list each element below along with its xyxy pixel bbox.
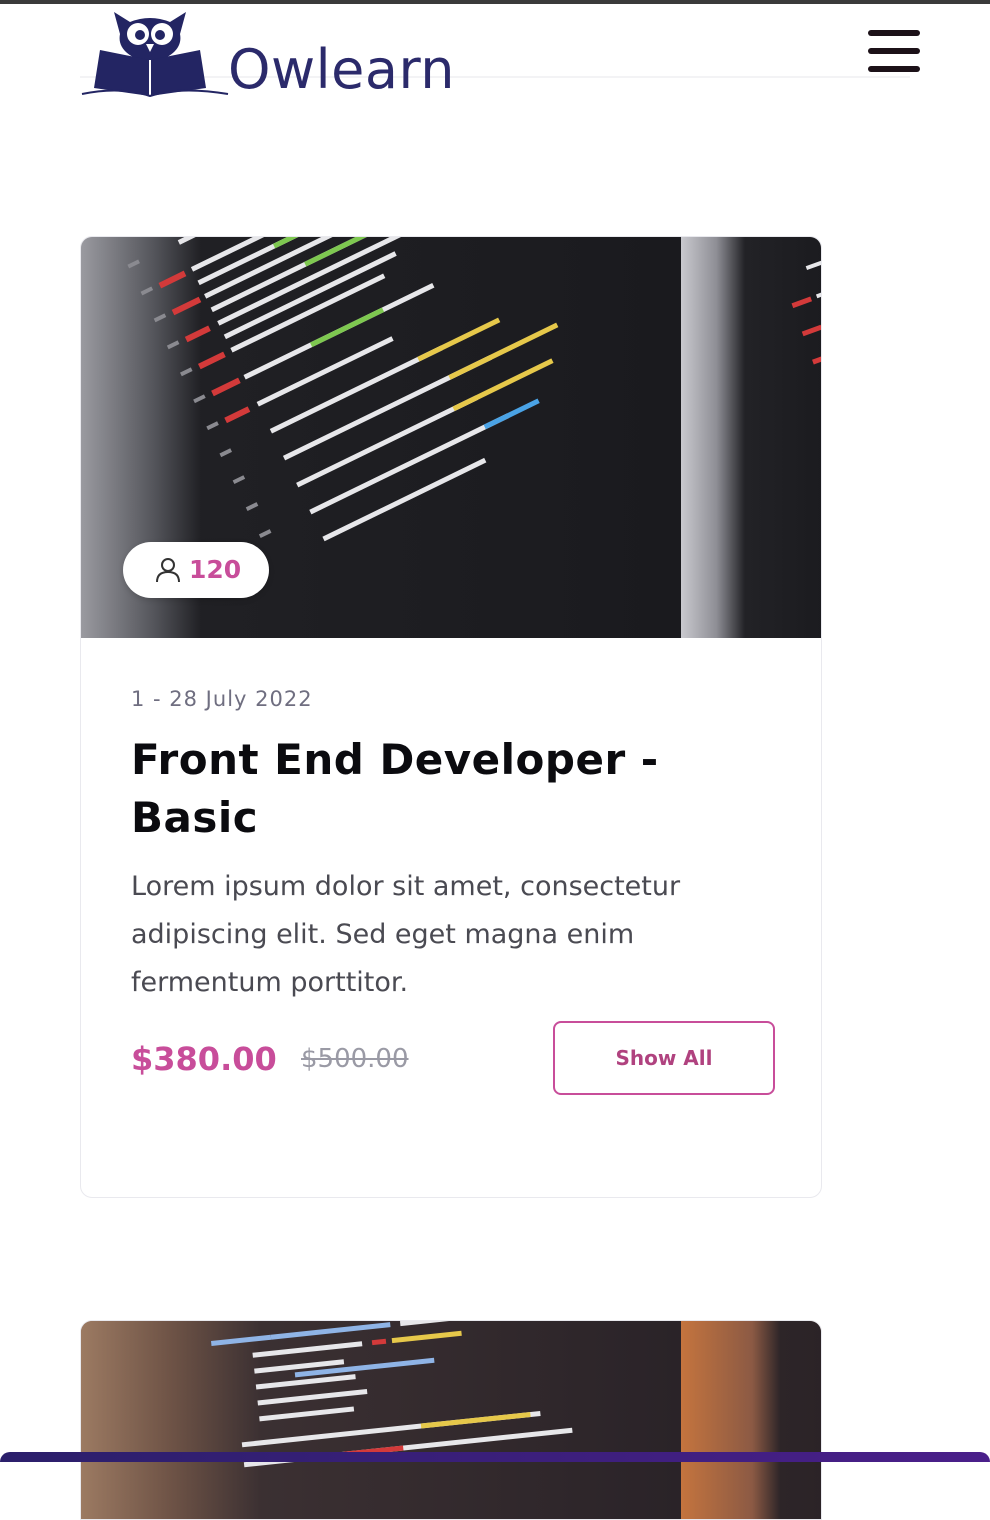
code-screen-photo (81, 1321, 821, 1519)
students-count: 120 (189, 555, 242, 584)
course-price: $380.00 (131, 1040, 277, 1078)
course-description: Lorem ipsum dolor sit amet, consectetur … (131, 871, 681, 998)
menu-bar-middle (868, 48, 920, 54)
brand-name: Owlearn (228, 38, 455, 101)
students-count-badge: 120 (123, 542, 269, 598)
course-date-range: 1 - 28 July 2022 (131, 687, 313, 711)
user-icon (156, 558, 180, 583)
course-old-price: $500.00 (301, 1044, 409, 1074)
brand-logo[interactable]: Owlearn (80, 4, 500, 104)
browser-bottom-bar (0, 1452, 990, 1462)
owl-book-logo-icon (81, 12, 229, 98)
course-image: 120 (81, 237, 821, 638)
menu-bar-bottom (868, 66, 920, 72)
course-title[interactable]: Front End Developer - Basic (131, 731, 771, 847)
menu-bar-top (868, 30, 920, 36)
hamburger-menu-icon[interactable] (866, 28, 922, 78)
site-header: Owlearn (0, 4, 990, 110)
course-card[interactable] (80, 1320, 822, 1520)
course-card[interactable]: 120 1 - 28 July 2022 Front End Developer… (80, 236, 822, 1198)
course-image (81, 1321, 821, 1519)
show-all-button[interactable]: Show All (553, 1021, 775, 1095)
